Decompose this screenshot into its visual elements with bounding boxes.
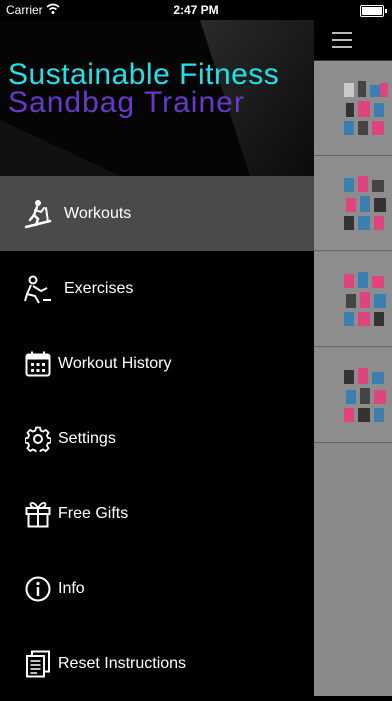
workout-row[interactable]	[314, 252, 392, 347]
menu-item-free-gifts[interactable]: Free Gifts	[0, 476, 314, 551]
menu-item-reset-instructions[interactable]: Reset Instructions	[0, 626, 314, 701]
empty-area	[314, 444, 392, 696]
gift-icon	[22, 498, 54, 530]
menu-label: Workouts	[64, 204, 132, 222]
document-icon	[22, 648, 54, 680]
workout-row[interactable]	[314, 61, 392, 156]
calendar-icon	[22, 348, 54, 380]
workout-row[interactable]	[314, 156, 392, 251]
info-icon	[22, 573, 54, 605]
menu-label: Free Gifts	[58, 504, 129, 522]
status-time: 2:47 PM	[173, 3, 219, 17]
main-content-peek[interactable]	[314, 0, 392, 696]
treadmill-icon	[22, 198, 54, 230]
menu-item-settings[interactable]: Settings	[0, 401, 314, 476]
nav-bar	[314, 20, 392, 61]
menu-label: Settings	[58, 429, 116, 447]
menu-item-workout-history[interactable]: Workout History	[0, 326, 314, 401]
exercise-icon	[22, 273, 54, 305]
menu-item-workouts[interactable]: Workouts	[0, 176, 314, 251]
menu-label: Workout History	[58, 354, 172, 372]
workout-thumbnail	[344, 176, 386, 230]
side-drawer: Sustainable Fitness Sandbag Trainer Work…	[0, 20, 314, 696]
menu-item-info[interactable]: Info	[0, 551, 314, 626]
workout-row[interactable]	[314, 348, 392, 443]
workout-thumbnail	[344, 81, 388, 135]
menu-label: Exercises	[64, 279, 134, 297]
workout-thumbnail	[344, 272, 386, 326]
menu-label: Info	[58, 579, 85, 597]
menu-label: Reset Instructions	[58, 654, 187, 672]
battery-icon	[360, 5, 387, 17]
gear-icon	[22, 423, 54, 455]
app-title-line2: Sandbag Trainer	[8, 86, 245, 119]
workout-thumbnail	[344, 368, 386, 422]
status-bar: Carrier 2:47 PM	[0, 0, 392, 20]
drawer-header: Sustainable Fitness Sandbag Trainer	[0, 20, 314, 176]
menu-icon[interactable]	[332, 32, 352, 48]
menu-item-exercises[interactable]: Exercises	[0, 251, 314, 326]
